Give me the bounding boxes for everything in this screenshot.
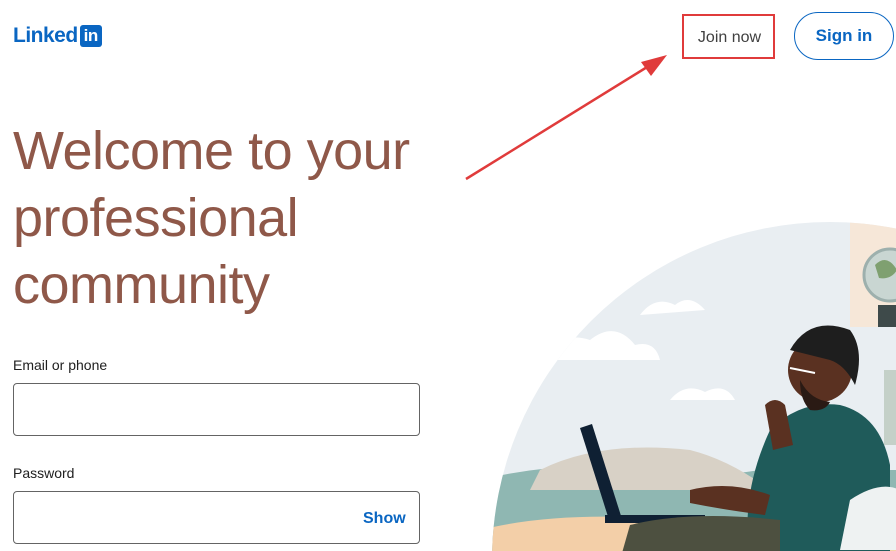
show-password-button[interactable]: Show (363, 510, 406, 528)
email-label: Email or phone (13, 357, 108, 373)
linkedin-logo[interactable]: Linked in (13, 24, 102, 48)
join-now-button[interactable]: Join now (684, 16, 775, 59)
headline-line-1: Welcome to your (13, 121, 410, 181)
page-headline: Welcome to your professional community (13, 118, 453, 319)
headline-line-3: community (13, 255, 270, 315)
password-field[interactable] (13, 491, 420, 544)
logo-badge: in (79, 25, 102, 47)
headline-line-2: professional (13, 188, 299, 248)
password-label: Password (13, 465, 75, 481)
logo-wordmark: Linked (13, 24, 78, 47)
email-field[interactable] (13, 383, 420, 436)
sign-in-button[interactable]: Sign in (794, 12, 894, 60)
